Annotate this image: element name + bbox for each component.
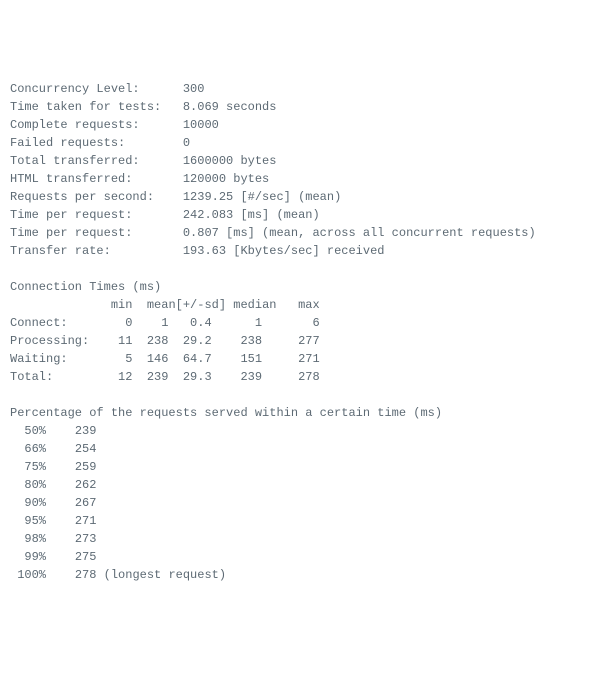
total-sd: 29.3 <box>183 370 212 384</box>
time-per-req2-value: 0.807 [ms] (mean, across all concurrent … <box>183 226 536 240</box>
p75-value: 259 <box>75 460 97 474</box>
p98-value: 273 <box>75 532 97 546</box>
time-taken-label: Time taken for tests: <box>10 100 161 114</box>
complete-requests-value: 10000 <box>183 118 219 132</box>
p98-label: 98% <box>24 532 46 546</box>
processing-mean: 238 <box>147 334 169 348</box>
p95-label: 95% <box>24 514 46 528</box>
req-per-sec-value: 1239.25 [#/sec] (mean) <box>183 190 341 204</box>
transfer-rate-value: 193.63 [Kbytes/sec] received <box>183 244 385 258</box>
p75-label: 75% <box>24 460 46 474</box>
connect-median: 1 <box>255 316 262 330</box>
p50-label: 50% <box>24 424 46 438</box>
processing-min: 11 <box>118 334 132 348</box>
conn-header-max: max <box>298 298 320 312</box>
req-per-sec-label: Requests per second: <box>10 190 154 204</box>
p99-value: 275 <box>75 550 97 564</box>
p90-value: 267 <box>75 496 97 510</box>
percentiles-title: Percentage of the requests served within… <box>10 406 442 420</box>
conn-header-mean: mean <box>147 298 176 312</box>
processing-median: 238 <box>240 334 262 348</box>
conn-header-sd: [+/-sd] <box>176 298 226 312</box>
p66-label: 66% <box>24 442 46 456</box>
p100-note: (longest request) <box>104 568 226 582</box>
concurrency-level-value: 300 <box>183 82 205 96</box>
p80-value: 262 <box>75 478 97 492</box>
total-max: 278 <box>298 370 320 384</box>
processing-sd: 29.2 <box>183 334 212 348</box>
p50-value: 239 <box>75 424 97 438</box>
waiting-label: Waiting: <box>10 352 68 366</box>
failed-requests-label: Failed requests: <box>10 136 125 150</box>
transfer-rate-label: Transfer rate: <box>10 244 111 258</box>
conn-times-title: Connection Times (ms) <box>10 280 161 294</box>
time-per-req1-value: 242.083 [ms] (mean) <box>183 208 320 222</box>
total-min: 12 <box>118 370 132 384</box>
waiting-sd: 64.7 <box>183 352 212 366</box>
time-per-req1-label: Time per request: <box>10 208 132 222</box>
connect-mean: 1 <box>161 316 168 330</box>
p100-value: 278 <box>75 568 97 582</box>
p90-label: 90% <box>24 496 46 510</box>
connect-min: 0 <box>125 316 132 330</box>
time-per-req2-label: Time per request: <box>10 226 132 240</box>
failed-requests-value: 0 <box>183 136 190 150</box>
waiting-median: 151 <box>240 352 262 366</box>
total-median: 239 <box>240 370 262 384</box>
complete-requests-label: Complete requests: <box>10 118 140 132</box>
total-transferred-value: 1600000 bytes <box>183 154 277 168</box>
p99-label: 99% <box>24 550 46 564</box>
conn-header-min: min <box>111 298 133 312</box>
time-taken-value: 8.069 seconds <box>183 100 277 114</box>
total-label: Total: <box>10 370 53 384</box>
concurrency-level-label: Concurrency Level: <box>10 82 140 96</box>
html-transferred-label: HTML transferred: <box>10 172 132 186</box>
p66-value: 254 <box>75 442 97 456</box>
benchmark-output: Concurrency Level: 300 Time taken for te… <box>10 80 596 584</box>
total-mean: 239 <box>147 370 169 384</box>
connect-label: Connect: <box>10 316 68 330</box>
waiting-min: 5 <box>125 352 132 366</box>
connect-max: 6 <box>313 316 320 330</box>
total-transferred-label: Total transferred: <box>10 154 140 168</box>
p80-label: 80% <box>24 478 46 492</box>
processing-label: Processing: <box>10 334 89 348</box>
p100-label: 100% <box>17 568 46 582</box>
conn-header-median: median <box>233 298 276 312</box>
waiting-mean: 146 <box>147 352 169 366</box>
p95-value: 271 <box>75 514 97 528</box>
connect-sd: 0.4 <box>190 316 212 330</box>
html-transferred-value: 120000 bytes <box>183 172 269 186</box>
processing-max: 277 <box>298 334 320 348</box>
waiting-max: 271 <box>298 352 320 366</box>
